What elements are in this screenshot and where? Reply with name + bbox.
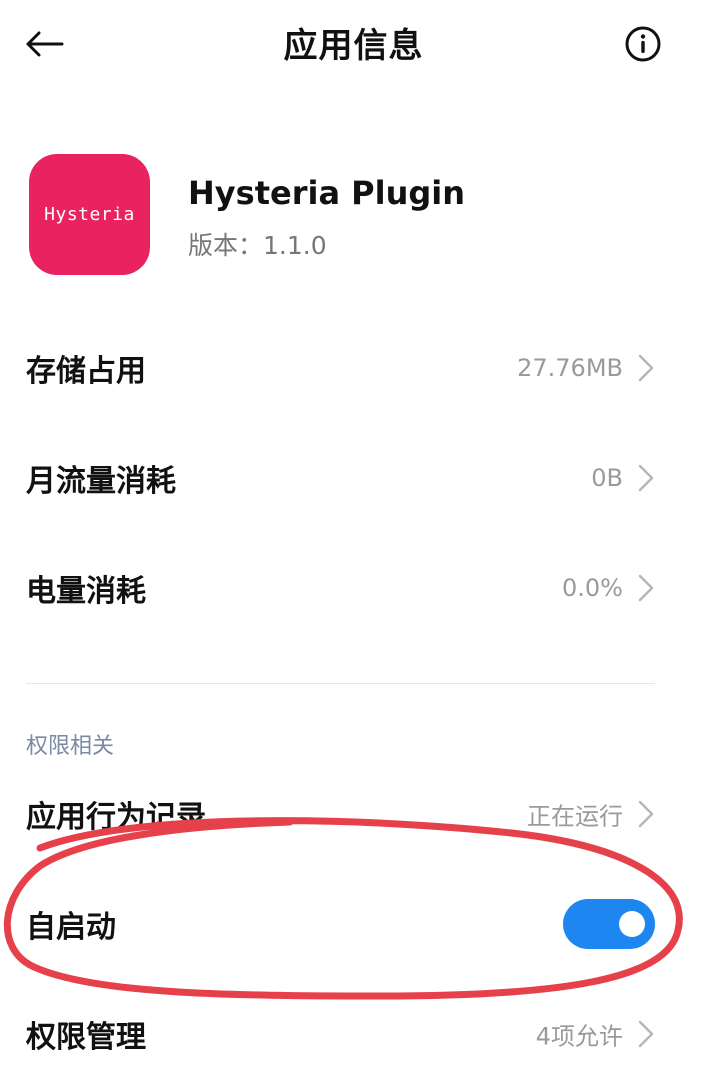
section-divider — [26, 683, 655, 684]
battery-usage-row[interactable]: 电量消耗 0.0% — [0, 538, 707, 638]
top-bar: 应用信息 — [0, 0, 707, 90]
info-icon — [625, 26, 661, 62]
row-label: 权限管理 — [26, 1020, 146, 1055]
row-value: 27.76MB — [517, 354, 623, 382]
row-value: 4项允许 — [535, 1022, 623, 1051]
page-title: 应用信息 — [283, 26, 424, 66]
row-label: 月流量消耗 — [26, 464, 176, 499]
chevron-right-icon — [638, 464, 654, 492]
row-label: 存储占用 — [26, 354, 146, 389]
row-value: 正在运行 — [527, 802, 623, 831]
chevron-right-icon — [638, 1020, 654, 1048]
permissions-section-title: 权限相关 — [26, 734, 115, 759]
row-label: 电量消耗 — [26, 574, 146, 609]
chevron-right-icon — [638, 800, 654, 828]
app-version: 版本：1.1.0 — [188, 231, 327, 260]
app-icon-label: Hysteria — [44, 204, 135, 225]
app-name: Hysteria Plugin — [188, 174, 466, 212]
monthly-traffic-row[interactable]: 月流量消耗 0B — [0, 428, 707, 528]
app-icon: Hysteria — [29, 154, 150, 275]
row-label: 自启动 — [26, 910, 116, 945]
toggle-knob — [619, 911, 645, 937]
app-behavior-record-row[interactable]: 应用行为记录 正在运行 — [0, 764, 707, 864]
info-button[interactable] — [618, 22, 668, 66]
chevron-right-icon — [638, 354, 654, 382]
autostart-row[interactable]: 自启动 — [0, 874, 707, 974]
row-value: 0.0% — [562, 574, 623, 602]
app-header: Hysteria Hysteria Plugin 版本：1.1.0 — [0, 150, 707, 280]
row-label: 应用行为记录 — [26, 800, 206, 835]
storage-usage-row[interactable]: 存储占用 27.76MB — [0, 318, 707, 418]
permission-management-row[interactable]: 权限管理 4项允许 — [0, 984, 707, 1084]
chevron-right-icon — [638, 574, 654, 602]
row-value: 0B — [591, 464, 623, 492]
autostart-toggle[interactable] — [563, 899, 655, 949]
